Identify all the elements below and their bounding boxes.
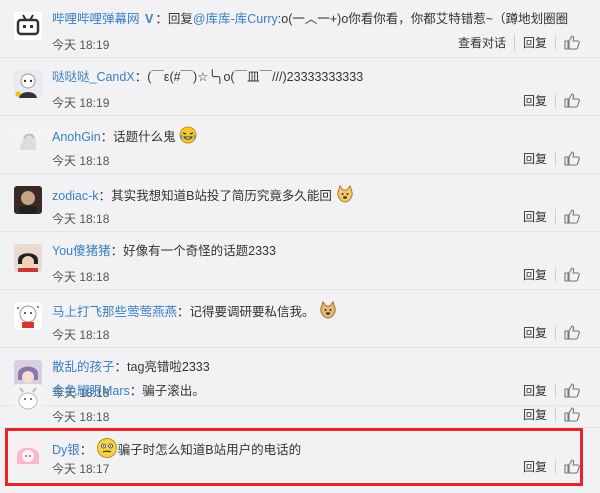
like-button[interactable]: [555, 325, 580, 340]
timestamp: 今天 18:18: [52, 270, 110, 284]
separator: ：: [110, 244, 124, 258]
reply-button[interactable]: 回复: [513, 34, 555, 51]
timestamp: 今天 18:18: [52, 154, 110, 168]
separator: ：: [100, 129, 114, 144]
comment-text: 记得要调研要私信我。: [189, 304, 315, 319]
avatar[interactable]: [14, 384, 42, 412]
reply-button[interactable]: 回复: [515, 266, 555, 283]
avatar[interactable]: [14, 12, 42, 40]
comment-item: AnohGin：话题什么鬼 今天 18:18 回复: [0, 116, 600, 174]
avatar[interactable]: [14, 302, 42, 330]
thumbs-up-icon: [564, 209, 580, 224]
thumbs-up-icon: [564, 35, 580, 50]
doge-emoji: [318, 300, 338, 325]
username[interactable]: AnohGin: [52, 130, 101, 144]
username[interactable]: 哔哩哔哩弹幕网: [52, 12, 140, 26]
timestamp: 今天 18:19: [52, 38, 110, 52]
like-button[interactable]: [555, 93, 580, 108]
avatar[interactable]: [14, 70, 42, 98]
reply-button[interactable]: 回复: [515, 150, 555, 167]
like-button[interactable]: [555, 209, 580, 224]
like-button[interactable]: [555, 151, 580, 166]
laugh-cry-emoji: [179, 126, 197, 149]
comment-list: 哔哩哔哩弹幕网 V ：回复@库库-库Curry:o(一︿一+)o你看你看，你都艾特…: [0, 0, 600, 493]
username[interactable]: 金色耀眼Mars: [52, 384, 130, 398]
doge-emoji: [335, 184, 355, 209]
username[interactable]: zodiac-k: [52, 189, 99, 203]
comment-item: 哒哒哒_CandX：(￣ε(#￣)☆╰╮o(￣皿￣///)23333333333…: [0, 58, 600, 116]
reply-button[interactable]: 回复: [515, 208, 555, 225]
reply-button[interactable]: 回复: [515, 406, 555, 423]
username[interactable]: 哒哒哒_CandX: [52, 70, 135, 84]
like-button[interactable]: [555, 35, 580, 50]
separator: ：: [177, 304, 190, 319]
comment-item: You傻猪猪：好像有一个奇怪的话题2333 今天 18:18 回复: [0, 232, 600, 290]
separator: ：: [134, 70, 148, 84]
comment-item: zodiac-k：其实我想知道B站投了简历究竟多久能回 今天 18:18 回复: [0, 174, 600, 232]
separator: ：: [98, 188, 112, 203]
comment-item: 哔哩哔哩弹幕网 V ：回复@库库-库Curry:o(一︿一+)o你看你看，你都艾特…: [0, 0, 600, 58]
reply-button[interactable]: 回复: [515, 92, 555, 109]
verified-icon: V: [145, 12, 154, 26]
avatar[interactable]: [14, 244, 42, 272]
timestamp: 今天 18:18: [52, 212, 110, 226]
separator: ：: [129, 384, 143, 398]
comment-text: 话题什么鬼: [113, 129, 176, 144]
like-button[interactable]: [555, 267, 580, 282]
username[interactable]: You傻猪猪: [52, 244, 111, 258]
comment-text: 骗子滚出。: [142, 384, 205, 398]
thumbs-up-icon: [564, 325, 580, 340]
timestamp: 今天 18:19: [52, 96, 110, 110]
view-conversation-link[interactable]: 查看对话: [450, 34, 514, 51]
avatar[interactable]: [14, 128, 42, 156]
thumbs-up-icon: [564, 151, 580, 166]
timestamp: 今天 18:18: [52, 328, 110, 342]
comment-item: 金色耀眼Mars：骗子滚出。 今天 18:18 回复: [0, 372, 600, 428]
separator: ：: [155, 12, 168, 26]
comment-text: 好像有一个奇怪的话题2333: [123, 244, 276, 258]
username[interactable]: 马上打飞那些莺莺燕燕: [52, 305, 177, 319]
like-button[interactable]: [555, 407, 580, 422]
highlight-box: [5, 428, 583, 486]
reply-prefix: 回复: [167, 12, 193, 26]
thumbs-up-icon: [564, 267, 580, 282]
reply-button[interactable]: 回复: [515, 324, 555, 341]
comment-text: 其实我想知道B站投了简历究竟多久能回: [111, 188, 332, 203]
comment-item: 马上打飞那些莺莺燕燕：记得要调研要私信我。 今天 18:18 回复: [0, 290, 600, 348]
avatar[interactable]: [14, 186, 42, 214]
comment-text: (￣ε(#￣)☆╰╮o(￣皿￣///)23333333333: [147, 70, 364, 84]
mention-link[interactable]: @库库-库Curry: [193, 12, 278, 26]
comment-text: :o(一︿一+)o你看你看，你都艾特错惹~（蹲地划圈圈: [277, 12, 569, 26]
timestamp: 今天 18:18: [52, 410, 110, 424]
thumbs-up-icon: [564, 93, 580, 108]
thumbs-up-icon: [564, 407, 580, 422]
